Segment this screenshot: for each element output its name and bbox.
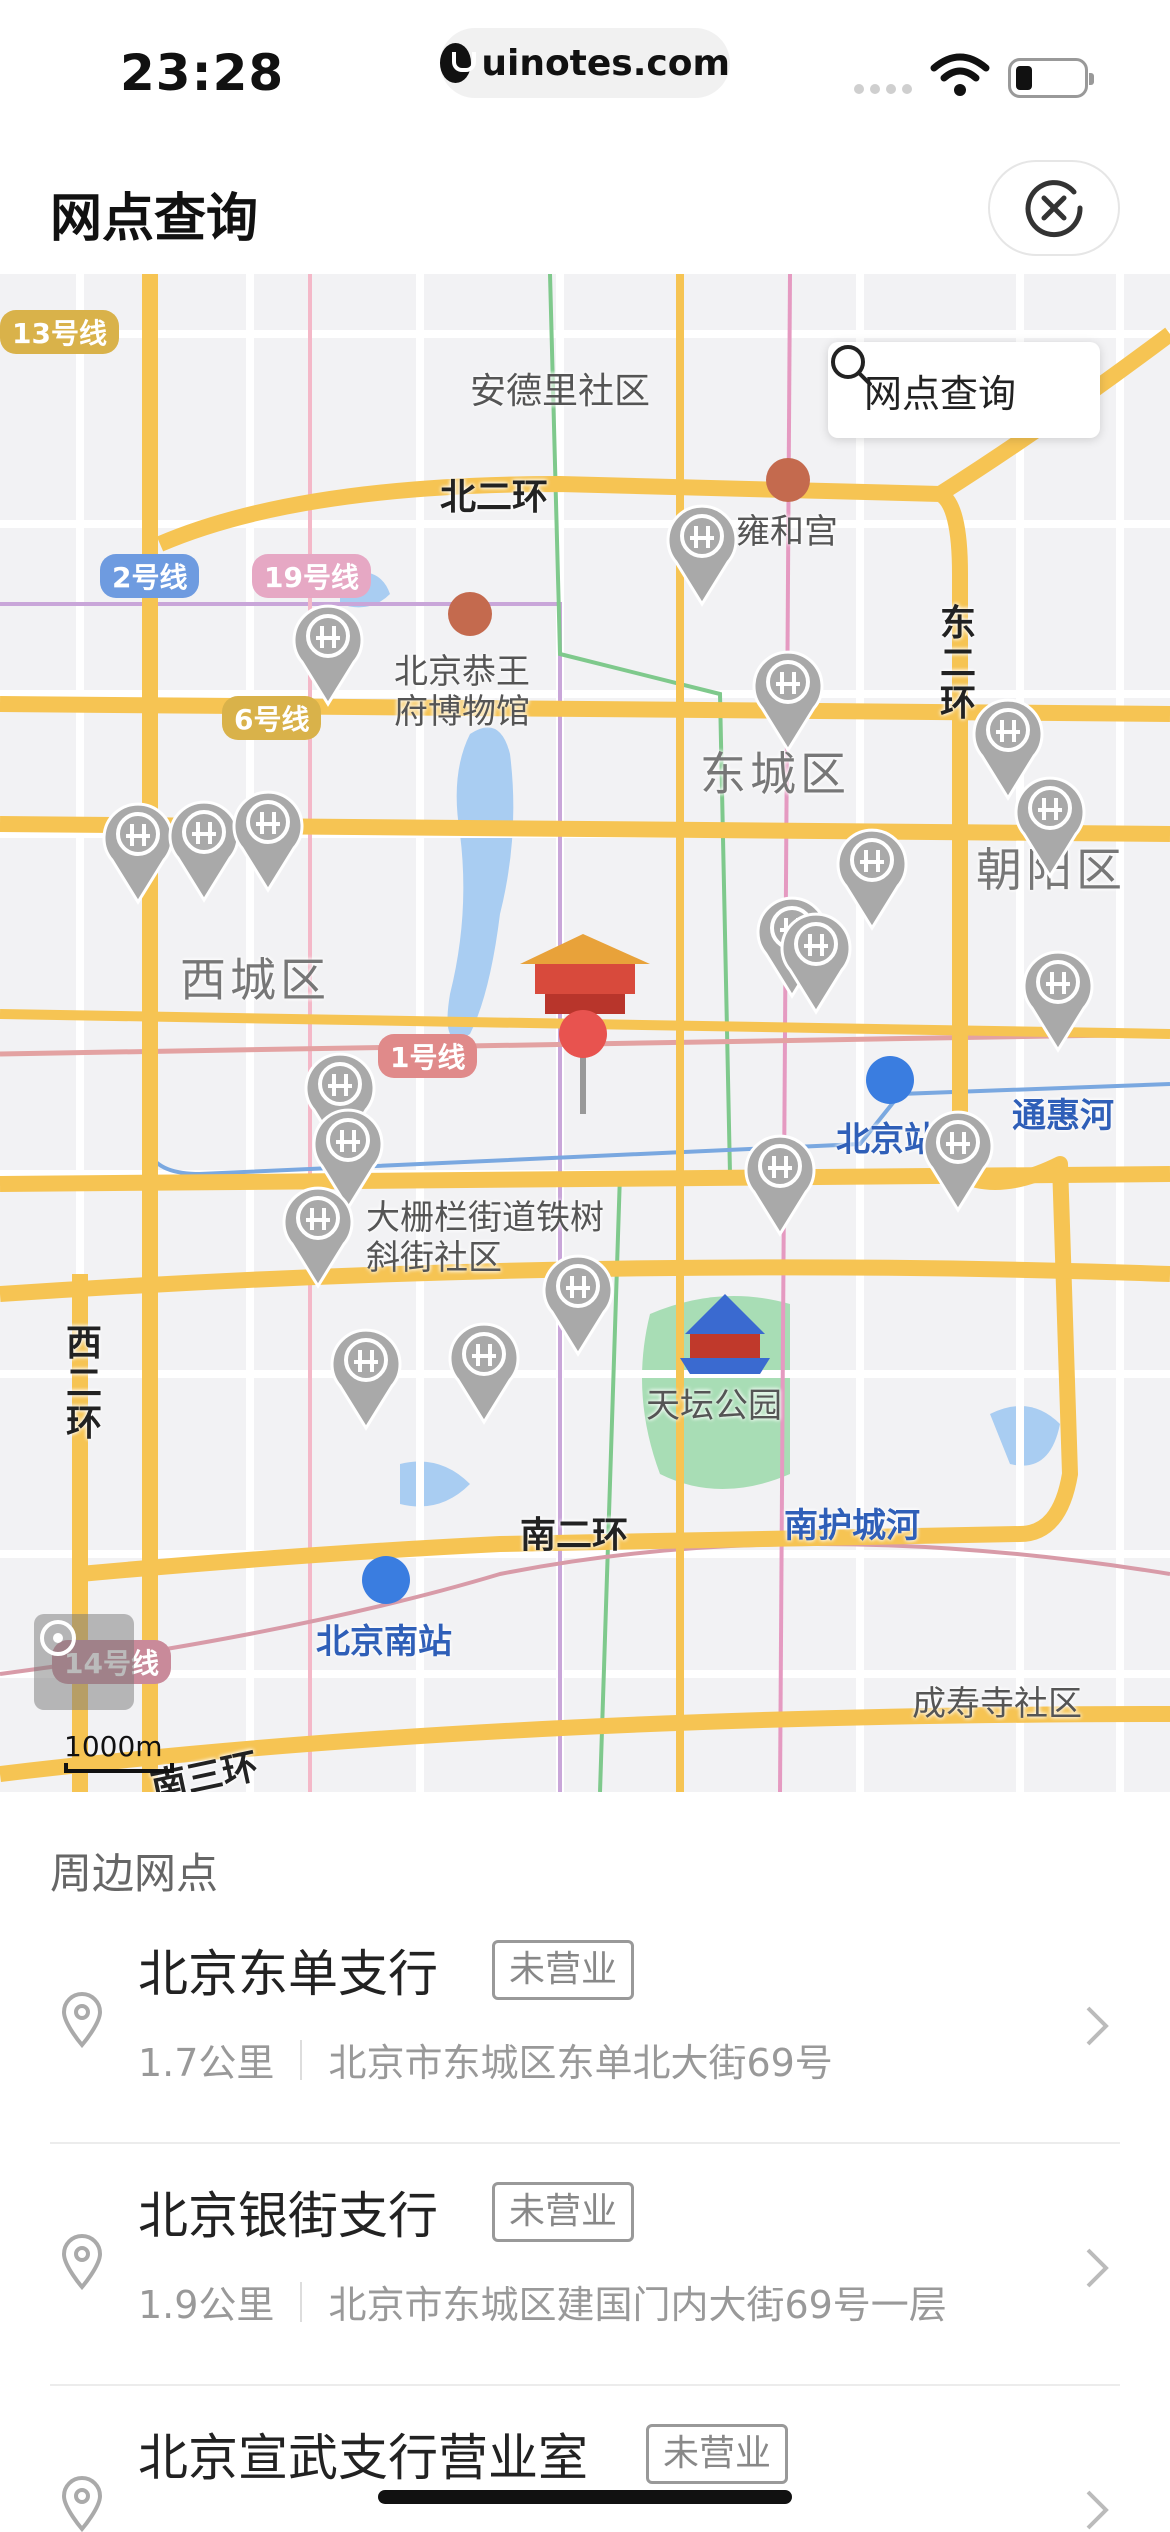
branch-list-item[interactable]: 北京宣武支行营业室 未营业 bbox=[50, 2386, 1120, 2532]
tiananmen-marker bbox=[520, 934, 650, 1014]
map-search-button[interactable]: 网点查询 bbox=[828, 342, 1100, 438]
metro-line-2-badge: 2号线 bbox=[100, 554, 200, 598]
map-label-anderli: 安德里社区 bbox=[470, 371, 651, 412]
branch-meta: 1.7公里 北京市东城区东单北大街69号 bbox=[138, 2032, 833, 2087]
status-badge: 未营业 bbox=[492, 2182, 635, 2242]
map-label-beijingnanzhan: 北京南站 bbox=[316, 1622, 452, 1662]
branch-meta: 1.9公里 北京市东城区建国门内大街69号一层 bbox=[138, 2274, 947, 2329]
signal-icon bbox=[854, 84, 912, 94]
map-label-xierhuan: 西二环 bbox=[66, 1323, 103, 1444]
branch-address: 北京市东城区东单北大街69号 bbox=[328, 2041, 833, 2085]
nearby-branches-panel: 周边网点 北京东单支行 未营业 1.7公里 北京市东城区东单北大街69号 北京银… bbox=[0, 1792, 1170, 2532]
home-indicator[interactable] bbox=[378, 2490, 792, 2504]
status-bar: 23:28 uinotes.com bbox=[0, 0, 1170, 140]
site-logo-icon bbox=[440, 43, 477, 83]
bank-branch-pin[interactable] bbox=[740, 1126, 820, 1238]
location-pin-icon bbox=[61, 1992, 103, 2048]
battery-icon bbox=[1008, 58, 1094, 98]
bank-branch-pin[interactable] bbox=[918, 1102, 998, 1214]
locate-button[interactable] bbox=[34, 1614, 134, 1710]
url-pill[interactable]: uinotes.com bbox=[440, 28, 730, 98]
bank-branch-pin[interactable] bbox=[748, 642, 828, 754]
metro-line-13-badge: 13号线 bbox=[0, 310, 119, 354]
map-label-tonghuihe: 通惠河 bbox=[1012, 1096, 1114, 1136]
map-label-chengshousi: 成寿寺社区 bbox=[912, 1684, 1082, 1724]
chevron-right-icon bbox=[1086, 2490, 1109, 2530]
locate-icon bbox=[40, 1620, 76, 1656]
map-label-tiantan: 天坛公园 bbox=[646, 1386, 782, 1426]
bank-branch-pin[interactable] bbox=[776, 904, 856, 1016]
bank-branch-pin[interactable] bbox=[278, 1178, 358, 1290]
nearby-branches-title: 周边网点 bbox=[50, 1849, 219, 1898]
metro-line-19-badge: 19号线 bbox=[252, 554, 371, 598]
bank-branch-pin[interactable] bbox=[288, 596, 368, 708]
status-badge: 未营业 bbox=[646, 2424, 789, 2484]
bank-branch-pin[interactable] bbox=[1010, 768, 1090, 880]
bank-branch-pin[interactable] bbox=[538, 1246, 618, 1358]
chevron-right-icon bbox=[1086, 2248, 1109, 2288]
branch-name: 北京宣武支行营业室 bbox=[138, 2429, 588, 2487]
branch-address: 北京市东城区建国门内大街69号一层 bbox=[328, 2283, 947, 2327]
bank-branch-pin[interactable] bbox=[228, 782, 308, 894]
wifi-icon bbox=[930, 53, 990, 96]
map-scale: 1000m bbox=[64, 1730, 174, 1773]
branch-distance: 1.9公里 bbox=[138, 2283, 275, 2327]
map-label-nanhuchenghe: 南护城河 bbox=[784, 1506, 920, 1546]
map-label-yonghegong: 雍和宫 bbox=[736, 512, 838, 552]
chevron-right-icon bbox=[1086, 2006, 1109, 2046]
map-label-gongwangfu: 北京恭王府博物馆 bbox=[394, 652, 530, 732]
bank-branch-pin[interactable] bbox=[444, 1314, 524, 1426]
map-label-nanerhuan: 南二环 bbox=[520, 1515, 629, 1556]
divider bbox=[300, 2281, 303, 2322]
location-pin-icon bbox=[61, 2476, 103, 2532]
url-text: uinotes.com bbox=[481, 42, 730, 84]
location-pin-icon bbox=[61, 2234, 103, 2290]
map-view[interactable]: 13号线 2号线 19号线 6号线 1号线 14号线 安德里社区 北二环 雍和宫… bbox=[0, 274, 1170, 1792]
search-icon bbox=[831, 345, 872, 386]
map-base bbox=[0, 274, 1170, 1792]
page-header: 网点查询 bbox=[0, 140, 1170, 274]
map-search-label: 网点查询 bbox=[864, 371, 1017, 416]
scale-label: 1000m bbox=[64, 1730, 163, 1763]
branch-name: 北京东单支行 bbox=[138, 1945, 438, 2003]
bank-branch-pin[interactable] bbox=[1018, 942, 1098, 1054]
branch-list-item[interactable]: 北京东单支行 未营业 1.7公里 北京市东城区东单北大街69号 bbox=[50, 1902, 1120, 2144]
branch-list-item[interactable]: 北京银街支行 未营业 1.9公里 北京市东城区建国门内大街69号一层 bbox=[50, 2144, 1120, 2386]
bank-branch-pin[interactable] bbox=[662, 496, 742, 608]
scale-bar bbox=[64, 1763, 174, 1773]
status-badge: 未营业 bbox=[492, 1940, 635, 2000]
divider bbox=[300, 2039, 303, 2080]
bank-branch-pin[interactable] bbox=[326, 1320, 406, 1432]
close-circle-icon bbox=[1025, 180, 1083, 238]
map-label-beierhuan: 北二环 bbox=[440, 477, 549, 518]
page-title: 网点查询 bbox=[50, 189, 259, 249]
close-button[interactable] bbox=[988, 160, 1120, 256]
branch-distance: 1.7公里 bbox=[138, 2041, 275, 2085]
metro-line-1-badge: 1号线 bbox=[378, 1034, 478, 1078]
status-time: 23:28 bbox=[120, 44, 285, 102]
branch-name: 北京银街支行 bbox=[138, 2187, 438, 2245]
map-label-xicheng: 西城区 bbox=[180, 953, 330, 1007]
